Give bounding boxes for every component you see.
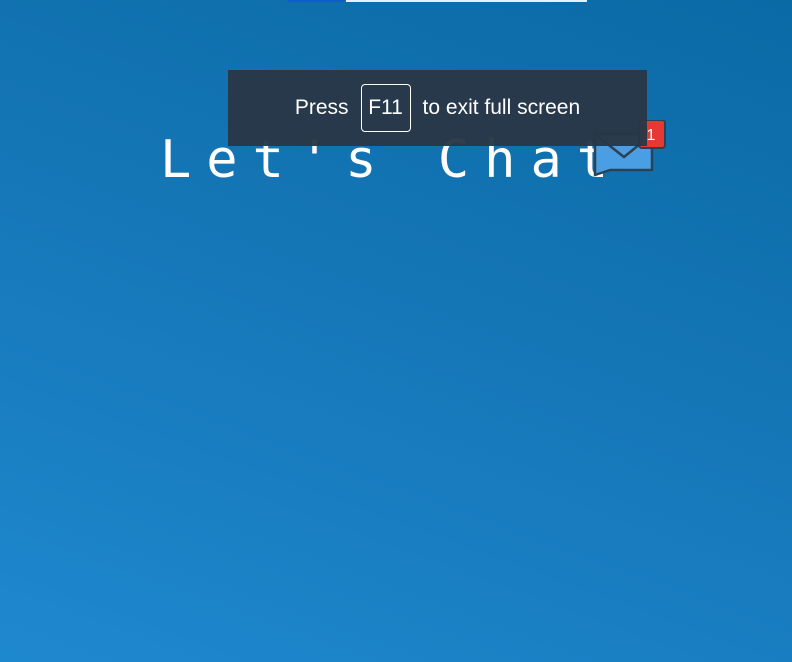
top-strip (288, 0, 588, 2)
notification-badge-count: 1 (647, 127, 656, 144)
top-strip-segment (346, 0, 587, 2)
f11-key-label: F11 (360, 84, 411, 132)
notice-suffix: to exit full screen (422, 96, 581, 119)
fullscreen-exit-notice: Press F11 to exit full screen (228, 70, 647, 146)
notice-prefix: Press (294, 96, 349, 119)
top-strip-active-segment (288, 0, 344, 2)
